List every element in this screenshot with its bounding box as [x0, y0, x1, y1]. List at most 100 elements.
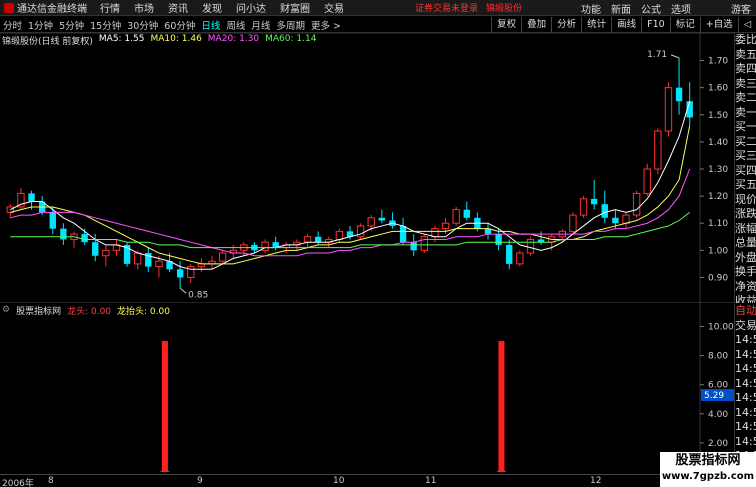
menu-market[interactable]: 市场	[127, 0, 161, 15]
candle-body-up	[516, 252, 524, 265]
stock-notice[interactable]: 锦缎股份	[482, 1, 526, 14]
side-quote-label: 卖三	[735, 76, 756, 90]
indicator-chart[interactable]: 10.008.006.004.002.005.29	[0, 302, 734, 474]
candle-body-down	[49, 212, 56, 229]
price-tick-label: 1.30	[708, 165, 728, 175]
menu-ask[interactable]: 问小达	[229, 0, 273, 15]
trade-time-label: 14:50	[735, 347, 756, 361]
app-title: 通达信金融终端	[0, 0, 93, 15]
candle-body-down	[314, 236, 322, 243]
draw-button[interactable]: 画线	[611, 17, 641, 33]
period-15min[interactable]: 15分钟	[87, 18, 124, 32]
add-watchlist-button[interactable]: +自选	[699, 17, 738, 33]
overlay-button[interactable]: 叠加	[521, 17, 551, 33]
candle	[516, 250, 524, 267]
signal-bar-base	[159, 468, 170, 472]
candle-body-down	[28, 193, 35, 202]
date-label-nov: 11	[425, 476, 437, 486]
f10-button[interactable]: F10	[641, 17, 670, 33]
ma10-label: MA10: 1.46	[150, 34, 202, 44]
ma5-label: MA5: 1.55	[98, 34, 145, 44]
analysis-button[interactable]: 分析	[551, 17, 581, 33]
indicator-line1-label: 龙头: 0.00	[67, 306, 112, 317]
indicator-settings-icon[interactable]: ⚙	[2, 305, 10, 315]
mark-button[interactable]: 标记	[669, 17, 700, 33]
candle-body-up	[654, 130, 662, 170]
trade-side-panel: 自动交易14:5014:5014:5014:5014:5014:5014:501…	[734, 304, 756, 464]
ma60-label: MA60: 1.14	[265, 34, 317, 44]
menu-news[interactable]: 资讯	[161, 0, 195, 15]
menu-wealth[interactable]: 财富圈	[273, 0, 317, 15]
candle-body-up	[134, 252, 142, 265]
menu-discover[interactable]: 发现	[195, 0, 229, 15]
candle-body-down	[506, 244, 513, 264]
candle-body-up	[526, 238, 535, 254]
candle-body-down	[60, 228, 67, 240]
indicator-tick-label: 2.00	[708, 439, 728, 449]
menu-formula[interactable]: 公式	[636, 1, 666, 16]
indicator-name[interactable]: 股票指标网	[16, 304, 61, 317]
menu-function[interactable]: 功能	[576, 1, 606, 16]
candle	[229, 244, 237, 259]
candle	[622, 212, 630, 229]
side-quote-label: 买四	[735, 163, 756, 177]
menu-trade[interactable]: 交易	[317, 0, 351, 15]
price-tick-label: 1.50	[708, 111, 728, 121]
period-30min[interactable]: 30分钟	[124, 18, 161, 32]
trade-time-label: 14:50	[735, 362, 756, 375]
candle-body-down	[495, 234, 502, 245]
candle	[654, 128, 662, 175]
candle	[664, 82, 673, 137]
indicator-tick-label: 10.00	[708, 323, 734, 333]
site-watermark: 股票指标网 www.7gpzb.com	[660, 452, 756, 487]
price-tick-label: 0.90	[708, 273, 728, 283]
candlestick-chart[interactable]: 1.70 1.60 1.50 1.40 1.30 1.20 1.10 1.00 0.90 1.71…	[0, 33, 734, 303]
candle	[218, 250, 227, 264]
menu-market-quotes[interactable]: 行情	[93, 0, 127, 15]
period-daily[interactable]: 日线	[198, 18, 223, 32]
date-axis: 2006年 8 9 10 11 12	[0, 474, 734, 487]
menu-new-page[interactable]: 新面	[606, 1, 636, 16]
candle	[495, 228, 502, 251]
candle	[537, 231, 545, 245]
price-tick-label: 1.60	[708, 84, 728, 94]
candle-body-up	[420, 236, 428, 251]
signal-bar-base	[496, 468, 507, 472]
login-notice[interactable]: 证券交易未登录	[411, 1, 482, 14]
candle	[70, 231, 78, 248]
candle	[123, 242, 131, 267]
auto-trade-label: 自动	[735, 304, 756, 317]
candle-body-down	[463, 209, 470, 218]
period-weekly[interactable]: 周线	[223, 18, 248, 32]
period-monthly[interactable]: 月线	[248, 18, 273, 32]
guest-button[interactable]: 游客	[726, 1, 756, 16]
date-label-sep: 9	[197, 476, 203, 486]
ma-legend: 锦缎股份(日线 前复权) MA5: 1.55 MA10: 1.46 MA20: …	[2, 34, 317, 47]
candle-body-up	[218, 252, 227, 262]
period-60min[interactable]: 60分钟	[161, 18, 198, 32]
side-quote-label: 买三	[735, 149, 756, 162]
candle-body-down	[601, 204, 608, 218]
adjust-button[interactable]: 复权	[491, 17, 521, 33]
collapse-panel-icon[interactable]: ◁	[737, 17, 756, 33]
period-multi[interactable]: 多周期	[273, 18, 308, 32]
app-logo-icon	[4, 2, 14, 13]
candle-body-up	[102, 249, 110, 257]
low-annotation-label: 0.85	[188, 290, 208, 300]
period-1min[interactable]: 1分钟	[25, 18, 56, 32]
candle	[590, 179, 598, 210]
price-tick-label: 1.40	[708, 138, 728, 148]
candle	[197, 258, 206, 273]
candle-body-down	[675, 87, 683, 102]
stats-button[interactable]: 统计	[581, 17, 611, 33]
period-tick[interactable]: 分时	[0, 18, 25, 32]
candle	[420, 234, 428, 254]
candle-body-up	[643, 168, 651, 194]
period-5min[interactable]: 5分钟	[56, 18, 87, 32]
candle	[378, 209, 386, 224]
menu-options[interactable]: 选项	[666, 1, 696, 16]
side-quote-label: 委比	[735, 33, 756, 46]
trade-time-label: 14:50	[735, 376, 756, 390]
side-quote-label: 换手	[735, 265, 756, 278]
period-more[interactable]: 更多 >	[308, 18, 344, 32]
